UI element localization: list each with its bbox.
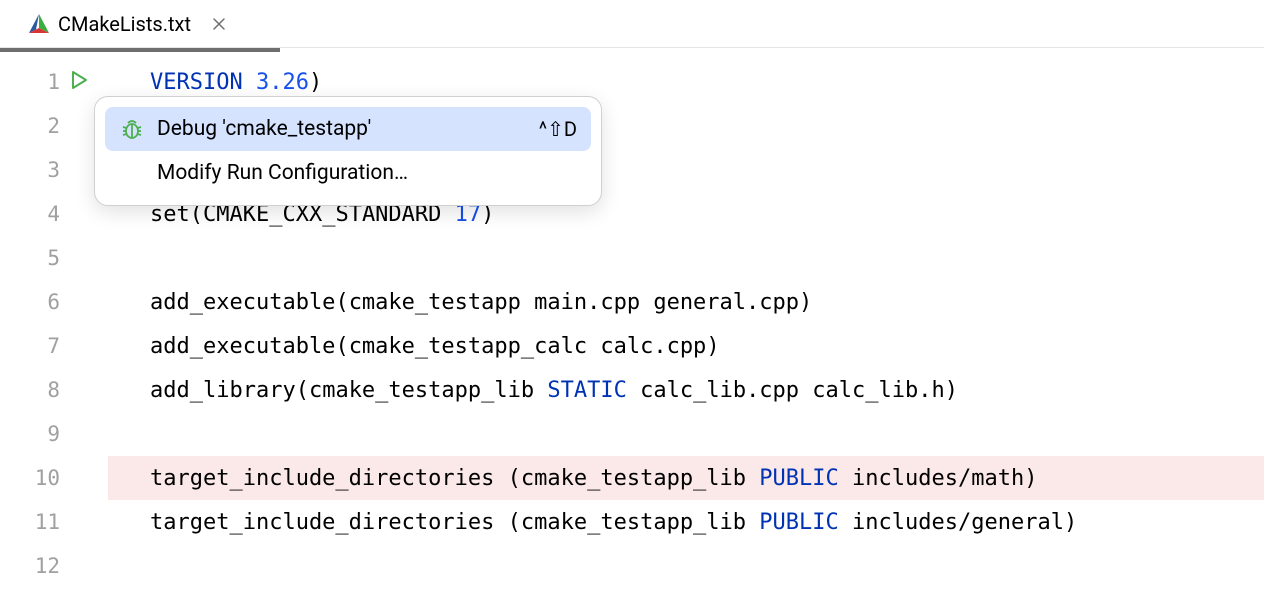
menu-shortcut: ^⇧D: [539, 117, 577, 141]
tab-bar: CMakeLists.txt: [0, 0, 1264, 48]
line-number[interactable]: 4: [47, 202, 60, 226]
context-menu: Debug 'cmake_testapp' ^⇧D Modify Run Con…: [94, 96, 602, 206]
bug-icon: [119, 116, 145, 142]
line-number[interactable]: 3: [47, 158, 60, 182]
code-line: add_library(cmake_testapp_lib STATIC cal…: [108, 368, 1264, 412]
line-number[interactable]: 7: [47, 334, 60, 358]
menu-item-debug[interactable]: Debug 'cmake_testapp' ^⇧D: [105, 107, 591, 151]
close-icon[interactable]: [209, 14, 229, 34]
cmake-icon: [28, 13, 50, 35]
line-number[interactable]: 12: [35, 554, 60, 578]
tab-title: CMakeLists.txt: [58, 12, 191, 36]
code-line: [108, 412, 1264, 456]
line-number[interactable]: 10: [35, 466, 60, 490]
line-number[interactable]: 11: [35, 510, 60, 534]
code-line: [108, 544, 1264, 588]
code-line: add_executable(cmake_testapp_calc calc.c…: [108, 324, 1264, 368]
menu-item-modify[interactable]: Modify Run Configuration…: [105, 151, 591, 195]
gutter: 1 2 3 4 5 6 7 8 9 10 11 12: [0, 58, 68, 588]
menu-label: Modify Run Configuration…: [157, 161, 577, 185]
line-number[interactable]: 8: [47, 378, 60, 402]
line-number[interactable]: 9: [47, 422, 60, 446]
menu-label: Debug 'cmake_testapp': [157, 117, 539, 141]
line-number[interactable]: 5: [47, 246, 60, 270]
code-line: add_executable(cmake_testapp main.cpp ge…: [108, 280, 1264, 324]
run-icon[interactable]: [68, 69, 90, 95]
file-tab[interactable]: CMakeLists.txt: [16, 4, 241, 44]
line-number[interactable]: 1: [47, 70, 60, 94]
code-line: target_include_directories (cmake_testap…: [108, 500, 1264, 544]
line-number[interactable]: 2: [47, 114, 60, 138]
code-line: [108, 236, 1264, 280]
menu-icon-spacer: [119, 160, 145, 186]
line-number[interactable]: 6: [47, 290, 60, 314]
code-line: target_include_directories (cmake_testap…: [108, 456, 1264, 500]
